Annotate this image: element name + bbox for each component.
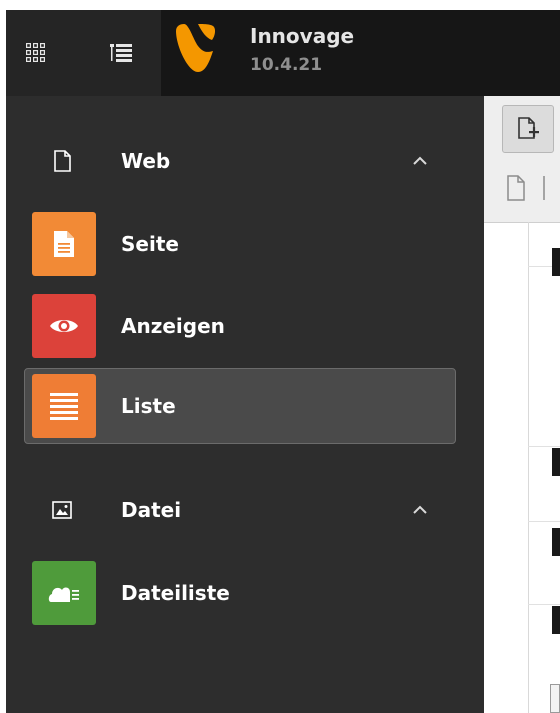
image-file-icon (52, 501, 72, 519)
topbar-left (6, 10, 161, 96)
tree-expand-caret[interactable] (552, 448, 560, 476)
site-name: Innovage (250, 24, 355, 48)
module-menu-sidebar: Web Seite Anzeigen Liste Datei Dateilist… (6, 96, 484, 713)
page-outline-icon[interactable] (506, 174, 526, 202)
chevron-up-icon[interactable] (408, 149, 432, 173)
tree-row-divider (528, 604, 560, 605)
module-item-dateiliste[interactable]: Dateiliste (24, 555, 456, 631)
tree-row-divider (528, 446, 560, 447)
module-item-liste[interactable]: Liste (24, 368, 456, 444)
module-label: Seite (121, 232, 179, 256)
module-tile (32, 212, 96, 276)
doc-header (484, 96, 560, 223)
module-tile (32, 294, 96, 358)
site-version: 10.4.21 (250, 55, 323, 75)
module-group-web[interactable]: Web (6, 129, 484, 193)
module-label: Anzeigen (121, 314, 225, 338)
module-label: Dateiliste (121, 581, 230, 605)
content-area (484, 96, 560, 713)
tree-row-divider (528, 521, 560, 522)
module-menu-toggle-button[interactable] (91, 10, 151, 96)
eye-icon (50, 320, 78, 332)
module-group-datei[interactable]: Datei (6, 478, 484, 542)
module-item-anzeigen[interactable]: Anzeigen (24, 288, 456, 364)
page-outline-icon[interactable] (542, 174, 556, 202)
cloud-list-icon (48, 587, 79, 602)
module-tile (32, 561, 96, 625)
new-record-button[interactable] (502, 105, 554, 153)
tree-expand-caret[interactable] (552, 528, 560, 556)
topbar: Innovage 10.4.21 (6, 10, 560, 96)
module-menu-toggle-icon (110, 44, 132, 62)
new-document-icon (518, 117, 539, 139)
module-label: Liste (121, 394, 176, 418)
module-item-seite[interactable]: Seite (24, 206, 456, 282)
page-document-icon (54, 231, 74, 257)
app-grid-icon (26, 43, 45, 62)
page-tree-guide (528, 222, 529, 713)
scrollbar-handle[interactable] (550, 684, 560, 713)
module-tile (32, 374, 96, 438)
list-lines-icon (50, 393, 78, 420)
chevron-up-icon[interactable] (408, 498, 432, 522)
page-outline-icon (54, 150, 71, 172)
typo3-logo[interactable] (176, 22, 220, 76)
module-group-label: Web (121, 149, 171, 173)
tree-expand-caret[interactable] (552, 248, 560, 276)
tree-expand-caret[interactable] (552, 606, 560, 634)
module-group-label: Datei (121, 498, 182, 522)
app-grid-button[interactable] (6, 10, 66, 96)
